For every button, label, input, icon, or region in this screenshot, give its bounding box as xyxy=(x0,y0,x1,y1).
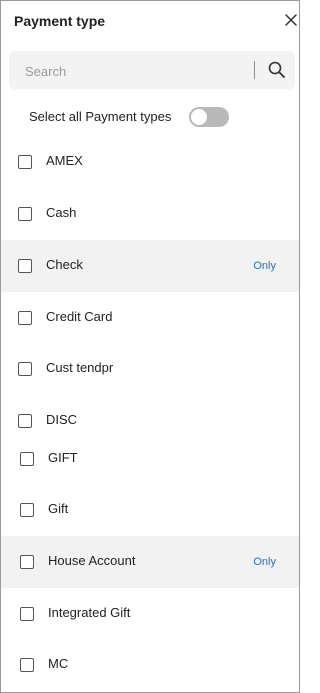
checkbox[interactable] xyxy=(20,503,34,517)
checkbox[interactable] xyxy=(18,414,32,428)
list-item-label: AMEX xyxy=(46,153,83,168)
list-item-label: Gift xyxy=(48,501,69,516)
list-item[interactable]: AMEX xyxy=(1,136,299,188)
list-item-label: Credit Card xyxy=(46,309,113,324)
checkbox[interactable] xyxy=(18,155,32,169)
search-box xyxy=(9,51,295,89)
search-input[interactable] xyxy=(23,60,247,82)
checkbox[interactable] xyxy=(20,607,34,621)
panel-title: Payment type xyxy=(14,13,106,29)
only-link[interactable]: Only xyxy=(253,260,276,272)
close-icon[interactable] xyxy=(284,13,298,27)
list-item[interactable]: Credit Card xyxy=(1,292,299,344)
only-link[interactable]: Only xyxy=(253,556,276,568)
list-item[interactable]: House Account Only xyxy=(1,536,299,588)
list-item-label: Integrated Gift xyxy=(48,605,131,620)
list-item[interactable]: MC xyxy=(1,639,299,691)
checkbox[interactable] xyxy=(20,658,34,672)
list-item-label: GIFT xyxy=(48,450,78,465)
list-item-label: House Account xyxy=(48,553,136,568)
list-item[interactable]: Cash xyxy=(1,188,299,240)
list-item-label: DISC xyxy=(46,412,78,427)
checkbox[interactable] xyxy=(20,452,34,466)
checkbox[interactable] xyxy=(18,362,32,376)
select-all-toggle[interactable] xyxy=(189,107,229,127)
payment-type-panel: Payment type Select all Payment types AM… xyxy=(0,0,300,693)
list-item[interactable]: Check Only xyxy=(1,240,299,292)
checkbox[interactable] xyxy=(20,555,34,569)
checkbox[interactable] xyxy=(18,207,32,221)
list-item[interactable]: Gift xyxy=(1,484,299,536)
list-item[interactable]: Cust tendpr xyxy=(1,343,299,395)
checkbox[interactable] xyxy=(18,259,32,273)
toggle-knob xyxy=(191,109,207,125)
list-item-label: MC xyxy=(48,656,69,671)
search-icon[interactable] xyxy=(267,60,287,80)
search-divider xyxy=(254,61,255,79)
select-all-label: Select all Payment types xyxy=(29,109,172,124)
list-item[interactable]: GIFT xyxy=(1,433,299,485)
list-item-label: Cust tendpr xyxy=(46,360,114,375)
list-item-label: Cash xyxy=(46,205,77,220)
list-item[interactable]: Integrated Gift xyxy=(1,588,299,640)
list-item-label: Check xyxy=(46,257,83,272)
checkbox[interactable] xyxy=(18,311,32,325)
